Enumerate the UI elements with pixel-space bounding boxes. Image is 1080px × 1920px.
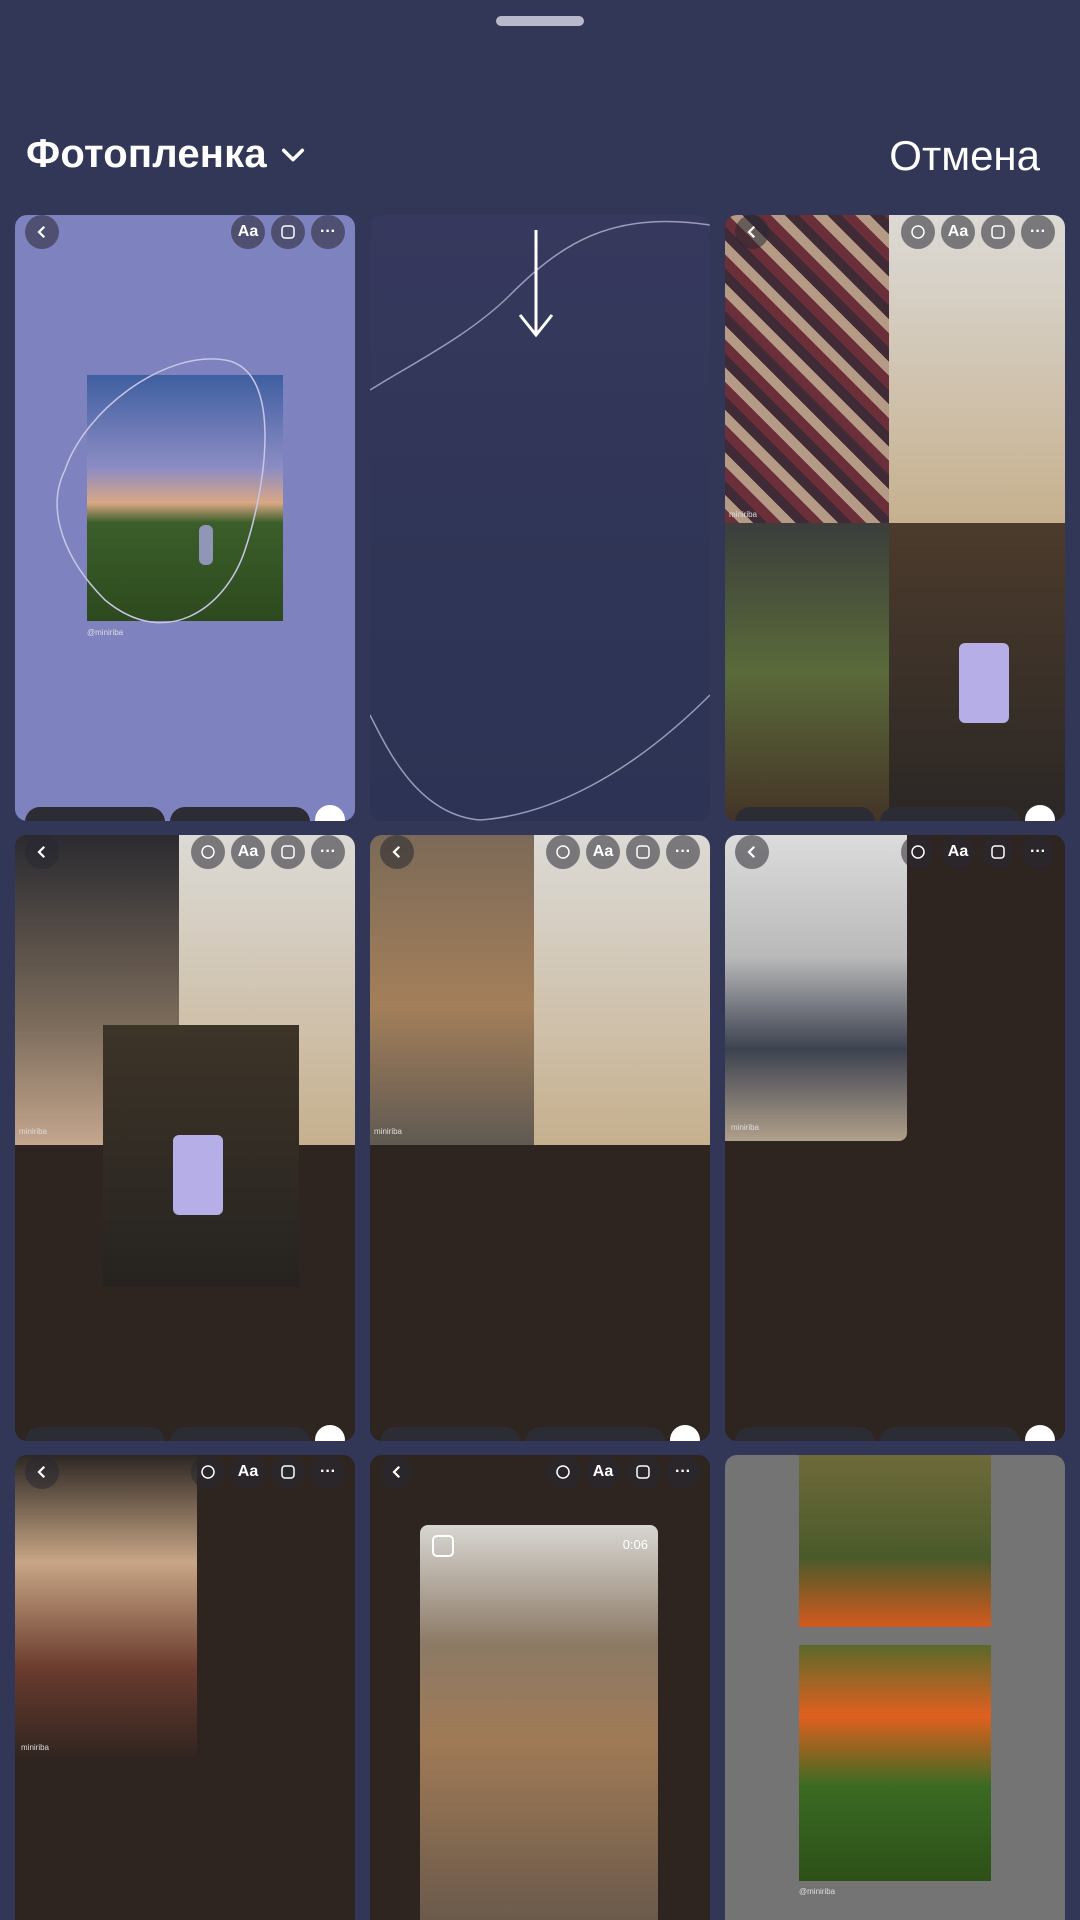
cup-shape — [959, 643, 1009, 723]
doodle-drawing — [370, 220, 710, 821]
gallery-item-1[interactable]: Aa ··· @miniriba — [15, 215, 355, 821]
interior-photo — [725, 523, 889, 821]
username-label: miniriba — [19, 1127, 48, 1136]
back-icon — [380, 835, 414, 869]
album-selector[interactable]: Фотопленка — [26, 132, 307, 177]
gallery-item-3[interactable]: miniriba Aa ··· — [725, 215, 1065, 821]
text-tool-icon: Aa — [231, 835, 265, 869]
back-icon — [25, 1455, 59, 1489]
video-photo: 0:06 — [420, 1525, 658, 1920]
username-label: miniriba — [731, 1123, 760, 1132]
gallery-item-2[interactable] — [370, 215, 710, 821]
back-icon — [25, 835, 59, 869]
text-tool-icon: Aa — [586, 835, 620, 869]
stairs-photo — [889, 215, 1065, 523]
text-tool-icon: Aa — [941, 835, 975, 869]
circle-icon — [191, 835, 225, 869]
mushroom-photo — [799, 1455, 991, 1627]
more-icon: ··· — [311, 1455, 345, 1489]
gallery-item-7[interactable]: miniriba Aa ··· — [15, 1455, 355, 1920]
gallery-item-5[interactable]: miniriba Aa ··· — [370, 835, 710, 1441]
hairdryer-photo — [15, 1455, 197, 1761]
sheet-drag-handle[interactable] — [496, 16, 584, 26]
gallery-item-6[interactable]: miniriba Aa ··· — [725, 835, 1065, 1441]
sticker-icon — [626, 1455, 660, 1489]
coffee-photo — [103, 1025, 299, 1287]
chevron-down-icon — [281, 148, 304, 161]
circle-icon — [546, 835, 580, 869]
username-label: miniriba — [374, 1127, 403, 1136]
back-icon — [25, 215, 59, 249]
doodle-curve — [56, 358, 266, 624]
circle-icon — [901, 215, 935, 249]
table-photo — [370, 835, 534, 1145]
circle-icon — [901, 835, 935, 869]
reels-icon — [432, 1535, 454, 1557]
cancel-button[interactable]: Отмена — [889, 132, 1040, 180]
username-label: @miniriba — [799, 1887, 836, 1896]
text-tool-icon: Aa — [941, 215, 975, 249]
back-icon — [380, 1455, 414, 1489]
more-icon: ··· — [666, 835, 700, 869]
text-tool-icon: Aa — [586, 1455, 620, 1489]
sticker-icon — [271, 1455, 305, 1489]
back-icon — [735, 835, 769, 869]
sticker-icon — [626, 835, 660, 869]
more-icon: ··· — [666, 1455, 700, 1489]
gallery-item-9[interactable]: @miniriba — [725, 1455, 1065, 1920]
sticker-icon — [981, 835, 1015, 869]
more-icon: ··· — [1021, 835, 1055, 869]
carpet-photo — [725, 215, 889, 523]
back-icon — [735, 215, 769, 249]
sticker-icon — [981, 215, 1015, 249]
coffee-photo — [889, 523, 1065, 821]
stairs-photo — [534, 835, 710, 1145]
text-tool-icon: Aa — [231, 215, 265, 249]
grass-photo — [799, 1645, 991, 1881]
more-icon: ··· — [311, 835, 345, 869]
more-icon: ··· — [1021, 215, 1055, 249]
album-title: Фотопленка — [26, 132, 267, 176]
username-label: miniriba — [21, 1743, 50, 1752]
video-duration: 0:06 — [622, 1537, 648, 1552]
text-tool-icon: Aa — [231, 1455, 265, 1489]
circle-icon — [546, 1455, 580, 1489]
circle-icon — [191, 1455, 225, 1489]
gallery-item-4[interactable]: miniriba Aa ··· — [15, 835, 355, 1441]
armchair-photo — [725, 835, 907, 1141]
sticker-icon — [271, 835, 305, 869]
cup-shape — [173, 1135, 223, 1215]
gallery-item-8[interactable]: 0:06 Aa ··· — [370, 1455, 710, 1920]
username-label: miniriba — [729, 510, 758, 519]
sticker-icon — [271, 215, 305, 249]
more-icon: ··· — [311, 215, 345, 249]
